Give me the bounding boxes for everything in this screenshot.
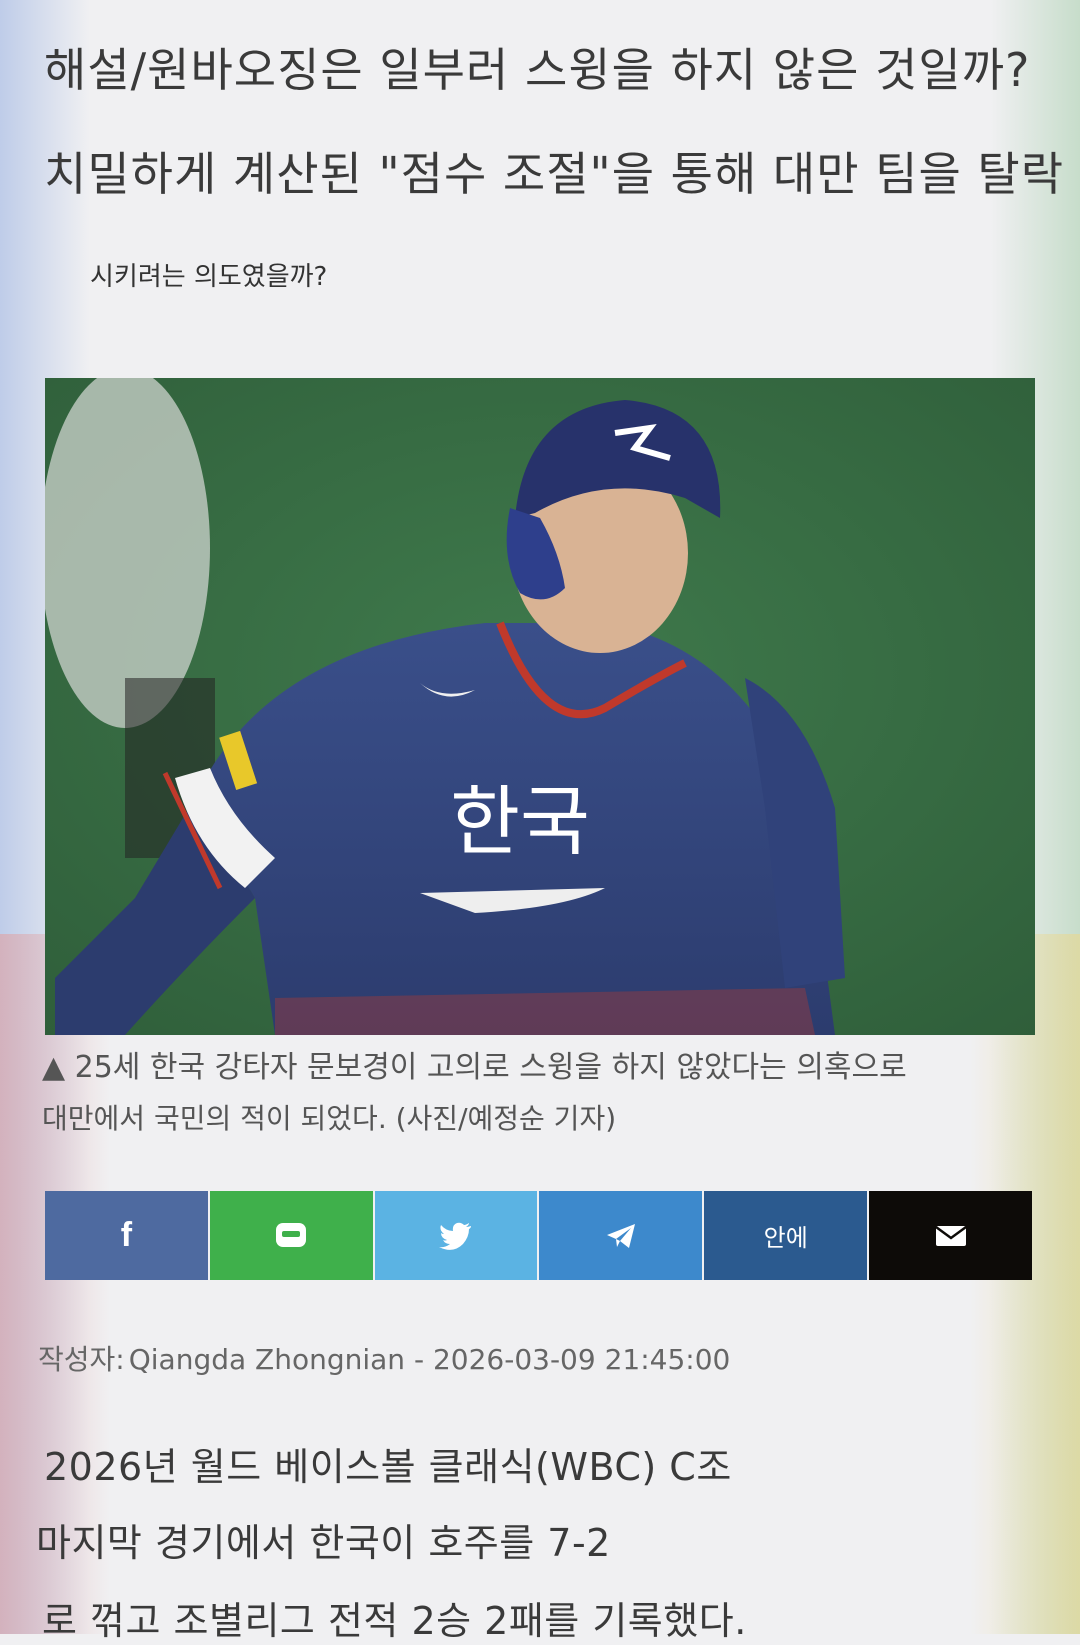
facebook-icon: f [120,1216,133,1254]
telegram-icon [606,1223,635,1248]
author-and-date: Qiangda Zhongnian - 2026-03-09 21:45:00 [128,1343,731,1376]
article-title-line-3: 시키려는 의도였을까? [90,262,328,292]
share-email-button[interactable] [869,1191,1032,1280]
share-line-button[interactable] [209,1191,373,1280]
line-icon [276,1222,307,1247]
share-other-button[interactable]: 안에 [704,1191,868,1280]
article-body-line-1: 2026년 월드 베이스볼 클래식(WBC) C조 [44,1445,732,1489]
author-label: 작성자: [38,1343,125,1376]
share-other-label: 안에 [763,1224,808,1252]
article-body-line-3: 로 꺾고 조별리그 전적 2승 2패를 기록했다. [42,1599,747,1643]
article-photo: 한국 [45,378,1035,1035]
share-facebook-button[interactable]: f [45,1191,208,1280]
article-meta: 작성자: Qiangda Zhongnian - 2026-03-09 21:45… [38,1338,730,1378]
article-body-line-2: 마지막 경기에서 한국이 호주를 7-2 [36,1521,611,1565]
twitter-icon [439,1222,472,1250]
envelope-icon [934,1225,967,1246]
share-twitter-button[interactable] [374,1191,538,1280]
baseball-player-photo: 한국 [45,378,1035,1035]
article-title-line-2: 치밀하게 계산된 "점수 조절"을 통해 대만 팀을 탈락 [44,147,1065,201]
share-bar: f 안에 [45,1191,1032,1280]
photo-caption-line-1: ▲ 25세 한국 강타자 문보경이 고의로 스윙을 하지 않았다는 의혹으로 [42,1050,907,1085]
share-telegram-button[interactable] [539,1191,703,1280]
photo-caption-line-2: 대만에서 국민의 적이 되었다. (사진/예정순 기자) [42,1102,617,1135]
article-title-line-1: 해설/원바오징은 일부러 스윙을 하지 않은 것일까? [44,43,1031,97]
jersey-text: 한국 [450,777,590,866]
article: 해설/원바오징은 일부러 스윙을 하지 않은 것일까? 치밀하게 계산된 "점수… [0,0,1080,1643]
